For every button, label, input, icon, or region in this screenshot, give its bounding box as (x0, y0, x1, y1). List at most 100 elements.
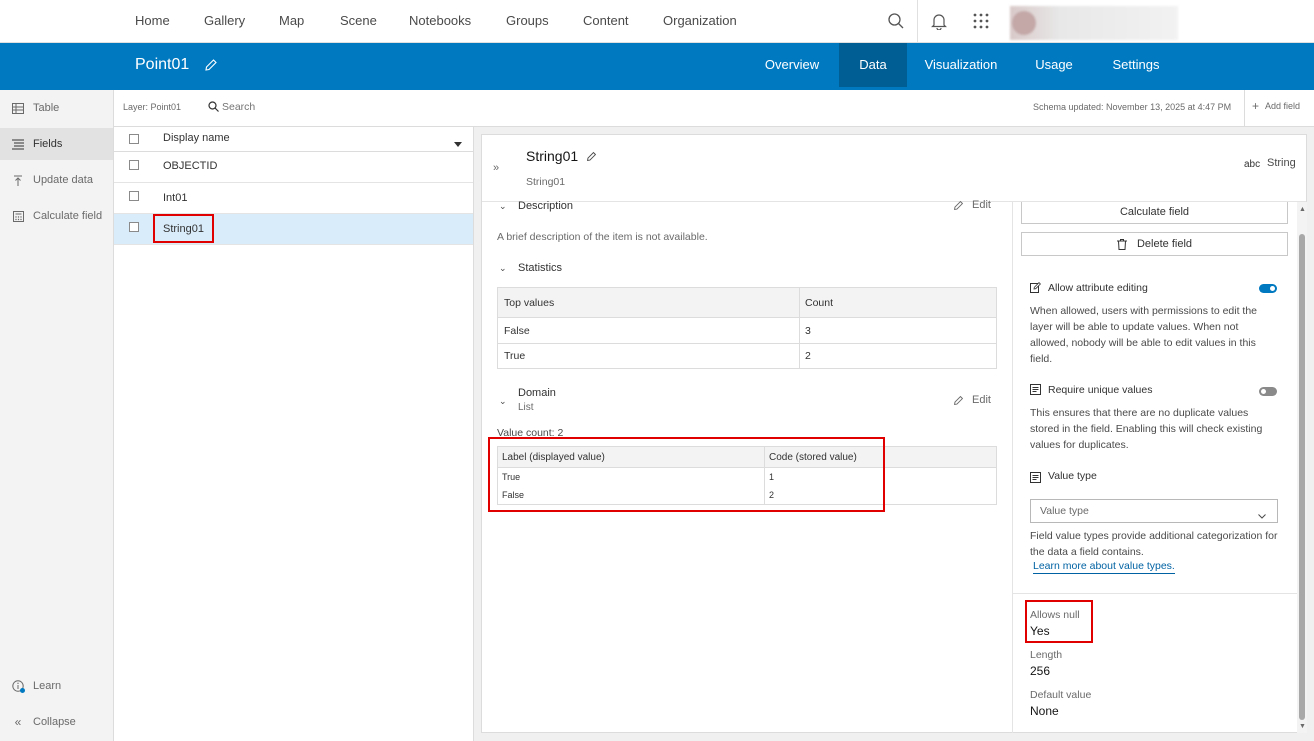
description-title[interactable]: Description (518, 200, 573, 212)
field-name: Int01 (163, 192, 188, 204)
pencil-icon (953, 200, 964, 210)
default-value-label: Default value (1030, 689, 1092, 701)
chevron-down-icon[interactable]: ⌄ (499, 201, 507, 212)
row-checkbox[interactable] (129, 160, 139, 170)
calculate-field-button[interactable]: Calculate field (1021, 202, 1288, 224)
item-title: Point01 (135, 56, 190, 73)
row-checkbox[interactable] (129, 222, 139, 232)
schema-updated-text: Schema updated: November 13, 2025 at 4:4… (1033, 102, 1232, 112)
row-checkbox[interactable] (129, 191, 139, 201)
sidebar-item-label: Table (33, 102, 60, 114)
add-field-label: Add field (1265, 101, 1301, 111)
nav-gallery[interactable]: Gallery (204, 13, 245, 28)
nav-organization[interactable]: Organization (663, 13, 737, 28)
sidebar-collapse[interactable]: « Collapse (0, 706, 113, 738)
unique-values-icon (1030, 384, 1041, 398)
field-detail-panel: » String01 String01 abc String ⌄ Descrip… (481, 134, 1307, 733)
tab-usage[interactable]: Usage (1024, 43, 1084, 87)
chevron-down-icon[interactable]: ⌄ (499, 396, 507, 407)
field-list: Display name OBJECTID Int01 String01 (114, 127, 474, 741)
allow-editing-label: Allow attribute editing (1048, 282, 1148, 294)
pencil-icon (953, 395, 964, 405)
description-edit-button[interactable]: Edit (953, 199, 991, 211)
caret-down-icon[interactable] (454, 136, 462, 150)
edit-title-icon[interactable] (204, 58, 218, 75)
table-row-selected[interactable]: String01 (114, 214, 473, 245)
table-cell: 3 (805, 325, 811, 337)
table-cell: True (504, 350, 526, 362)
nav-home[interactable]: Home (135, 13, 170, 28)
statistics-title[interactable]: Statistics (518, 262, 562, 274)
allow-editing-toggle[interactable] (1259, 284, 1277, 293)
section-divider (1013, 593, 1298, 594)
add-field-button[interactable]: + Add field (1252, 99, 1301, 113)
learn-more-link[interactable]: Learn more about value types. (1033, 560, 1175, 574)
allow-editing-description: When allowed, users with permissions to … (1030, 305, 1258, 365)
search-input[interactable] (222, 98, 402, 116)
length-value: 256 (1030, 664, 1051, 678)
user-profile[interactable] (1010, 6, 1178, 40)
upload-icon (12, 174, 24, 186)
tab-data[interactable]: Data (839, 43, 907, 87)
edit-label: Edit (972, 199, 991, 211)
sidebar-item-label: Fields (33, 138, 63, 150)
tab-visualization[interactable]: Visualization (915, 43, 1007, 87)
require-unique-label: Require unique values (1048, 384, 1153, 396)
column-header-count: Count (805, 297, 834, 309)
default-value-value: None (1030, 704, 1059, 718)
column-header-top-values: Top values (504, 297, 555, 309)
value-type-description: Field value types provide additional cat… (1030, 530, 1278, 558)
nav-groups[interactable]: Groups (506, 13, 549, 28)
table-row[interactable]: OBJECTID (114, 152, 473, 183)
toolbar-divider (1244, 90, 1245, 126)
bell-icon[interactable] (931, 12, 947, 33)
string-type-icon: abc (1244, 159, 1261, 170)
plus-icon: + (1252, 99, 1260, 113)
domain-edit-button[interactable]: Edit (953, 394, 991, 406)
sidebar-item-fields[interactable]: Fields (0, 128, 113, 160)
tab-overview[interactable]: Overview (752, 43, 832, 87)
field-type: String (1267, 157, 1296, 169)
app-launcher-icon[interactable] (972, 12, 990, 33)
sidebar-item-calculate-field[interactable]: Calculate field (0, 200, 113, 232)
nav-content[interactable]: Content (583, 13, 629, 28)
table-row[interactable]: Int01 (114, 183, 473, 214)
highlight-box (488, 437, 885, 512)
sidebar-learn[interactable]: Learn (0, 670, 113, 702)
highlight-box (1025, 600, 1093, 643)
require-unique-description: This ensures that there are no duplicate… (1030, 407, 1263, 451)
sidebar-item-table[interactable]: Table (0, 92, 113, 124)
nav-scene[interactable]: Scene (340, 13, 377, 28)
scroll-down-icon[interactable]: ▼ (1299, 723, 1306, 730)
scroll-up-icon[interactable]: ▲ (1299, 206, 1306, 213)
nav-divider (917, 0, 918, 42)
statistics-table: Top values Count False 3 True 2 (497, 287, 997, 369)
table-icon (12, 102, 24, 114)
value-type-select[interactable]: Value type (1030, 499, 1278, 523)
table-cell: 2 (805, 350, 811, 362)
chevron-down-icon[interactable]: ⌄ (499, 263, 507, 274)
nav-notebooks[interactable]: Notebooks (409, 13, 471, 28)
layer-label: Layer: Point01 (123, 102, 182, 112)
expand-panel-icon[interactable]: » (493, 162, 499, 174)
scrollbar-thumb[interactable] (1299, 234, 1305, 720)
scrollbar[interactable]: ▲ ▼ (1297, 202, 1307, 733)
row-divider (498, 343, 996, 344)
calculator-icon (12, 210, 24, 222)
description-text: A brief description of the item is not a… (497, 231, 708, 243)
column-header-display-name[interactable]: Display name (163, 132, 230, 144)
item-header: Point01 Overview Data Visualization Usag… (0, 43, 1314, 90)
sidebar-item-update-data[interactable]: Update data (0, 164, 113, 196)
delete-field-label: Delete field (1136, 238, 1193, 250)
tab-settings[interactable]: Settings (1102, 43, 1170, 87)
edit-icon[interactable] (586, 151, 597, 165)
nav-map[interactable]: Map (279, 13, 304, 28)
delete-field-button[interactable]: Delete field (1021, 232, 1288, 256)
select-all-checkbox[interactable] (129, 134, 139, 144)
value-type-icon (1030, 472, 1041, 486)
table-cell: False (504, 325, 530, 337)
domain-title[interactable]: Domain (518, 387, 556, 399)
require-unique-toggle[interactable] (1259, 387, 1277, 396)
search-icon[interactable] (887, 12, 905, 33)
chevrons-left-icon: « (14, 715, 22, 729)
